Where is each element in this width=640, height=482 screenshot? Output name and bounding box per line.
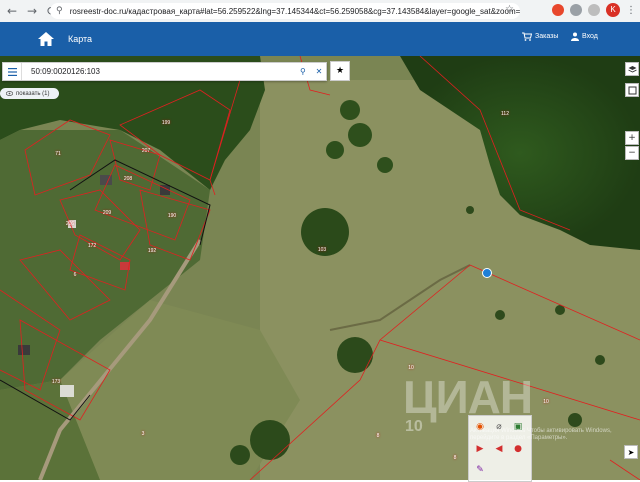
home-icon[interactable]: [36, 29, 56, 49]
forward-icon[interactable]: →: [24, 3, 40, 19]
parcel-label[interactable]: 192: [148, 248, 156, 254]
browser-actions: K ⋮: [552, 3, 636, 17]
video-icon[interactable]: ▶: [474, 443, 486, 455]
favorites-star-button[interactable]: ★: [330, 61, 350, 81]
cart-icon: [522, 32, 532, 41]
app-header: Карта Заказы Вход: [0, 22, 640, 58]
parcel-label[interactable]: 206: [66, 221, 74, 227]
parcel-label[interactable]: 8: [377, 433, 380, 439]
search-input[interactable]: 50:09:0020126:103: [31, 67, 300, 76]
menu-button[interactable]: [3, 63, 22, 80]
parcel-label[interactable]: 208: [124, 176, 132, 182]
clear-icon[interactable]: ✕: [312, 67, 326, 76]
site-info-icon[interactable]: ⚲: [56, 6, 70, 16]
parcel-label[interactable]: 209: [103, 210, 111, 216]
satellite-map[interactable]: 199 71 207 208 209 190 172 192 6 206 173…: [0, 56, 640, 480]
parcel-label[interactable]: 173: [52, 379, 60, 385]
parcel-label[interactable]: 8: [454, 455, 457, 461]
eye-icon: [6, 91, 13, 96]
search-icon[interactable]: ⚲: [300, 67, 312, 76]
user-icon: [571, 32, 579, 41]
toolbar-popup: ◉ ⌀ ▣ ▶ ◀ ● ✎: [468, 415, 532, 482]
print-button[interactable]: [625, 83, 639, 97]
pen-icon[interactable]: ✎: [474, 464, 486, 476]
zoom-out-button[interactable]: −: [625, 146, 639, 160]
navigate-icon[interactable]: ➤: [624, 445, 638, 459]
parcel-label[interactable]: 207: [142, 148, 150, 154]
parcel-label[interactable]: 112: [501, 111, 509, 117]
square-icon: [628, 86, 636, 94]
watermark-number: 10: [405, 418, 423, 435]
record-icon[interactable]: ●: [512, 443, 524, 455]
location-marker[interactable]: [482, 268, 492, 278]
login-button[interactable]: Вход: [571, 32, 598, 41]
address-bar[interactable]: ⚲ rosreestr-doc.ru/кадастровая_карта#lat…: [50, 3, 520, 19]
orders-label: Заказы: [535, 33, 559, 40]
map-imagery: [0, 56, 640, 480]
extensions-puzzle-icon[interactable]: [570, 4, 582, 16]
layers-icon: [627, 65, 637, 72]
parcel-label[interactable]: 71: [55, 151, 61, 157]
parcel-label[interactable]: 3: [142, 431, 145, 437]
speaker-icon[interactable]: ◀: [493, 443, 505, 455]
zoom-in-button[interactable]: +: [625, 131, 639, 145]
back-icon[interactable]: ←: [4, 3, 20, 19]
windows-activation-notice: Активация Windows Чтобы активировать Win…: [470, 428, 612, 441]
parcel-label[interactable]: 6: [74, 272, 77, 278]
bookmark-star-icon[interactable]: ☆: [505, 4, 514, 15]
extension-icon[interactable]: [552, 4, 564, 16]
parcel-label[interactable]: 10: [543, 399, 549, 405]
profile-avatar[interactable]: K: [606, 3, 620, 17]
parcel-label[interactable]: 103: [318, 247, 326, 253]
layers-button[interactable]: [625, 62, 639, 76]
orders-button[interactable]: Заказы: [522, 32, 558, 41]
login-label: Вход: [582, 33, 598, 40]
hamburger-icon: [7, 67, 17, 76]
kebab-menu-icon[interactable]: ⋮: [626, 5, 636, 16]
tab-map[interactable]: Карта: [62, 22, 98, 58]
show-results-label: показать (1): [16, 90, 50, 97]
url-text[interactable]: rosreestr-doc.ru/кадастровая_карта#lat=5…: [70, 7, 520, 16]
sidebar-icon[interactable]: [588, 4, 600, 16]
browser-toolbar: ← → ⟳ ⚲ rosreestr-doc.ru/кадастровая_кар…: [0, 0, 640, 23]
parcel-label[interactable]: 172: [88, 243, 96, 249]
show-results-button[interactable]: показать (1): [0, 88, 59, 99]
parcel-label[interactable]: 199: [162, 120, 170, 126]
parcel-label[interactable]: 190: [168, 213, 176, 219]
cadastral-search: 50:09:0020126:103 ⚲ ✕: [2, 62, 327, 81]
